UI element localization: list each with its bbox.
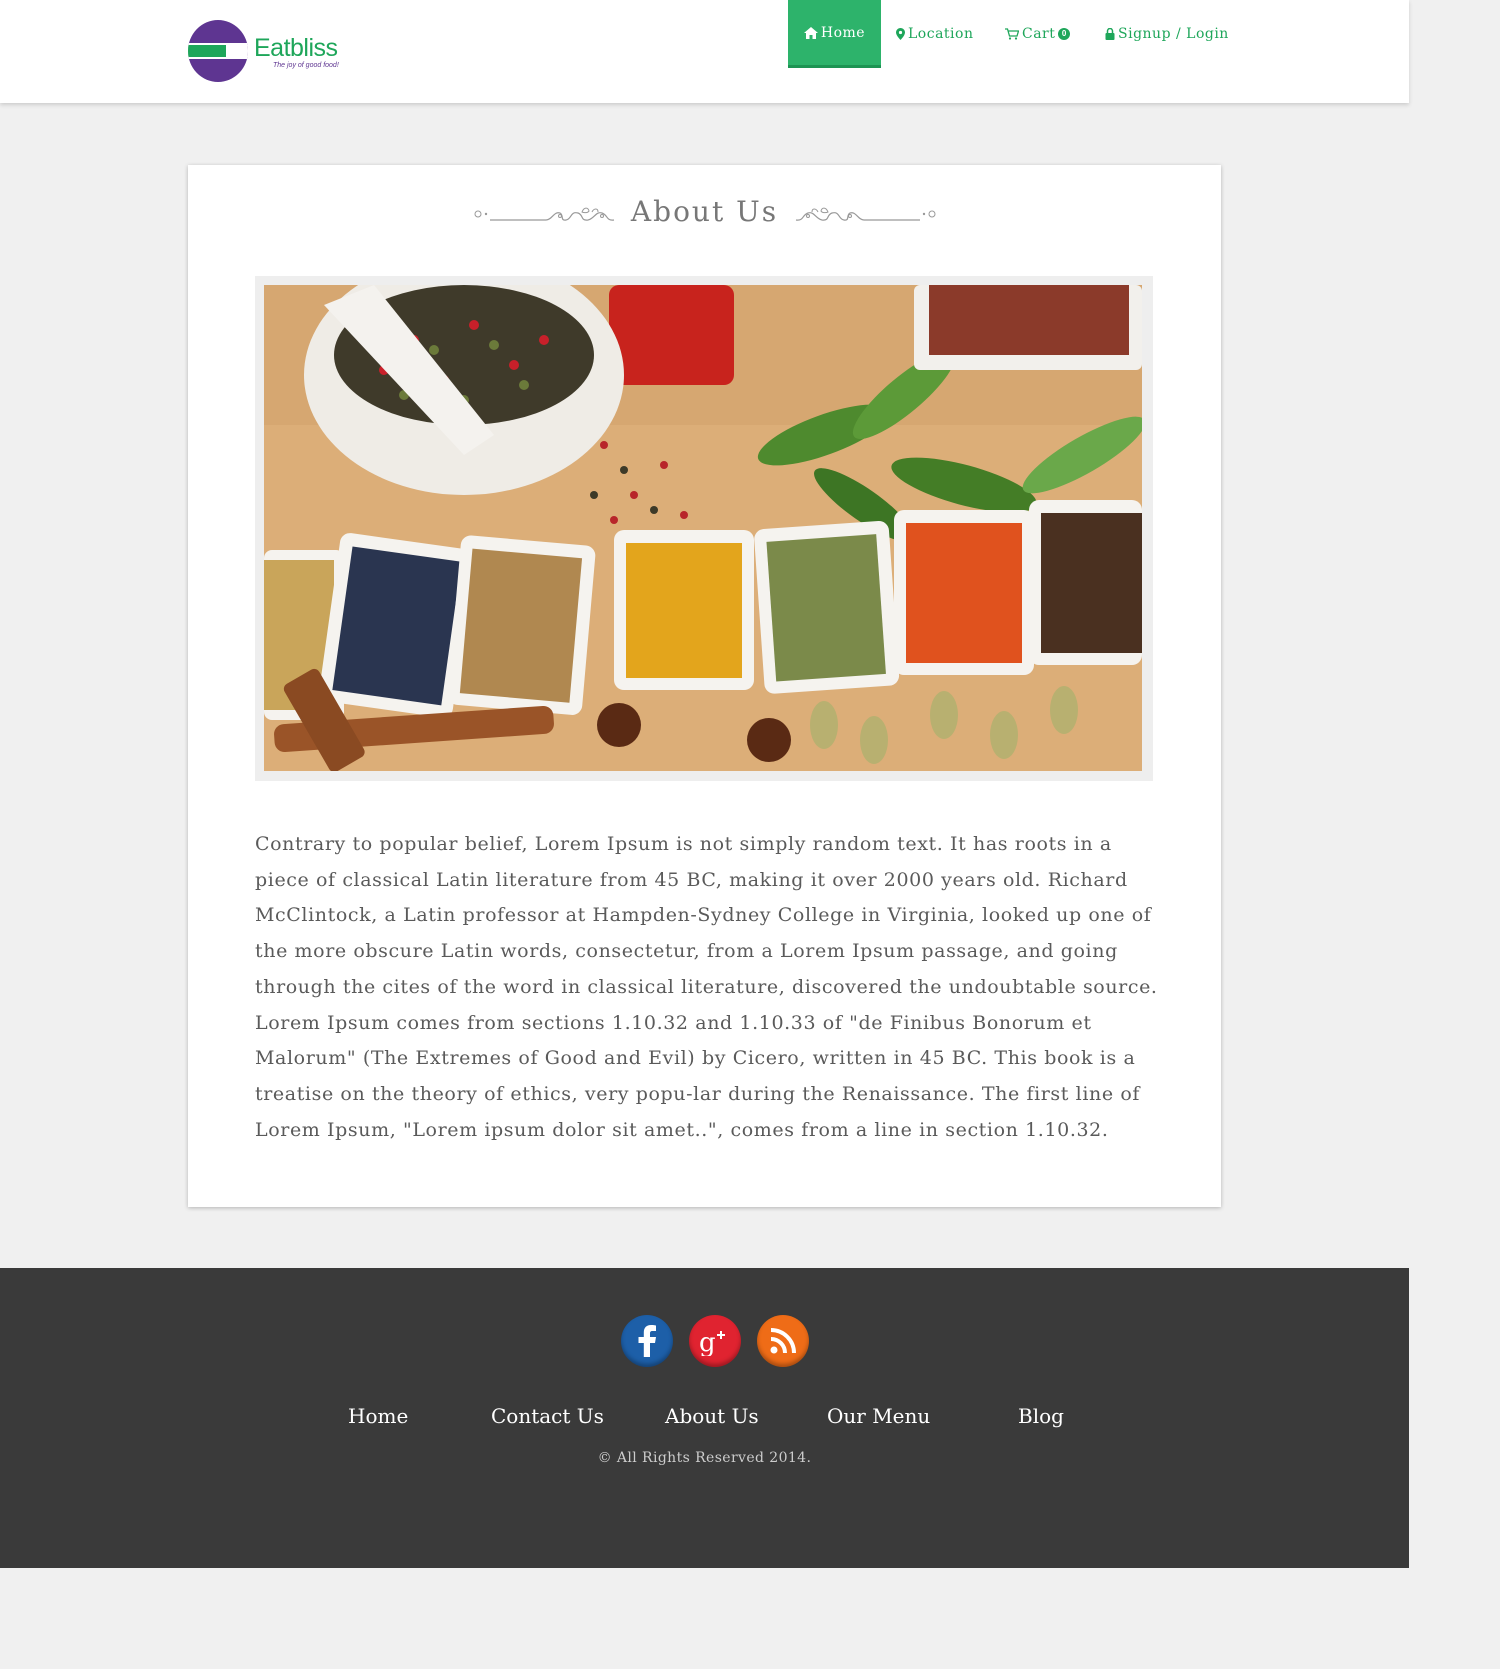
- facebook-button[interactable]: [621, 1315, 673, 1367]
- spices-illustration: [264, 285, 1142, 771]
- site-footer: g Home Contact Us About Us Our Menu Blog…: [0, 1268, 1409, 1568]
- map-pin-icon: [896, 28, 905, 40]
- flourish-right-icon: [795, 207, 936, 221]
- nav-label-cart: Cart: [1022, 26, 1056, 42]
- google-plus-icon: g: [699, 1328, 725, 1356]
- footer-link-about-us[interactable]: About Us: [665, 1404, 759, 1428]
- cart-icon: [1005, 28, 1019, 40]
- about-body-text: Contrary to popular belief, Lorem Ipsum …: [255, 833, 1158, 1141]
- footer-link-our-menu[interactable]: Our Menu: [827, 1404, 930, 1428]
- footer-link-blog[interactable]: Blog: [1018, 1404, 1064, 1428]
- nav-item-location[interactable]: Location: [896, 0, 973, 68]
- home-icon: [803, 26, 818, 39]
- nav-item-cart[interactable]: Cart 0: [1005, 0, 1071, 68]
- photo-frame: [255, 276, 1153, 781]
- nav-item-signup-login[interactable]: Signup / Login: [1105, 0, 1229, 68]
- page-title: About Us: [630, 195, 779, 228]
- about-card: About Us Contrary to popular belief, Lor…: [188, 165, 1221, 1207]
- logo-mark-icon: [188, 20, 248, 82]
- facebook-icon: [638, 1325, 656, 1357]
- google-plus-button[interactable]: g: [689, 1315, 741, 1367]
- nav-label-signup-login: Signup / Login: [1118, 26, 1229, 42]
- footer-link-home[interactable]: Home: [348, 1404, 408, 1428]
- nav-label-location: Location: [908, 26, 974, 42]
- nav-label-home: Home: [820, 24, 866, 41]
- copyright-text: © All Rights Reserved 2014.: [597, 1450, 812, 1466]
- logo-tagline: The joy of good food!: [273, 62, 339, 69]
- cart-count-badge: 0: [1058, 28, 1071, 40]
- spices-photo: [264, 285, 1142, 771]
- rss-icon: [770, 1328, 796, 1354]
- logo[interactable]: Eatbliss The joy of good food!: [188, 20, 348, 84]
- svg-text:g: g: [699, 1328, 716, 1356]
- site-header: Eatbliss The joy of good food! Home Loca…: [0, 0, 1409, 103]
- logo-wordmark: Eatbliss: [254, 34, 338, 62]
- footer-link-contact-us[interactable]: Contact Us: [491, 1404, 604, 1428]
- rss-button[interactable]: [757, 1315, 809, 1367]
- title-row: About Us: [188, 195, 1221, 235]
- lock-icon: [1105, 28, 1115, 40]
- nav-item-home[interactable]: Home: [788, 0, 881, 68]
